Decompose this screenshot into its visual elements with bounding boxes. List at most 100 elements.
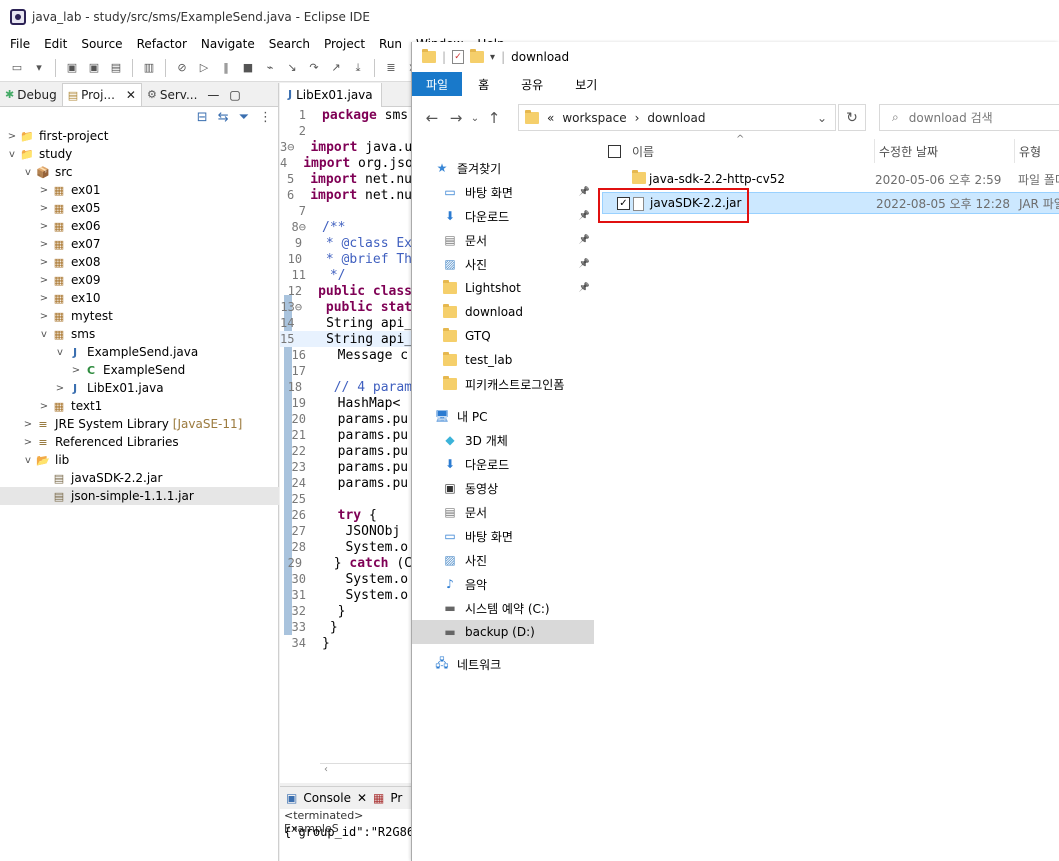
tab-servers[interactable]: ⚙ Serv... [142,83,202,106]
editor-tab[interactable]: J LibEx01.java [280,82,382,107]
pin-icon[interactable]: 📌 [579,259,590,269]
nav-item[interactable]: ▬ backup (D:) [412,620,594,644]
chevron-right-icon[interactable]: > [6,131,18,142]
link-with-editor-icon[interactable]: ⇆ [218,110,229,125]
ribbon-tab-3[interactable]: 보기 [559,72,613,96]
maximize-button[interactable]: ▢ [224,83,245,106]
pin-icon[interactable]: 📌 [579,211,590,221]
minimize-button[interactable]: — [202,83,224,106]
select-all-checkbox[interactable] [608,145,621,158]
chevron-right-icon[interactable]: > [38,239,50,250]
drop-to-frame-icon[interactable]: ⤓ [349,60,367,76]
chevron-down-icon[interactable]: v [22,455,34,466]
chevron-right-icon[interactable]: > [22,437,34,448]
nav-item[interactable]: ⬇ 다운로드 [412,452,594,476]
column-name[interactable]: 이름 [632,143,654,160]
nav-item[interactable]: ♪ 음악 [412,572,594,596]
menu-file[interactable]: File [10,37,30,51]
tree-item[interactable]: > ▦ mytest [0,307,279,325]
close-icon[interactable]: ✕ [126,88,136,102]
chevron-right-icon[interactable]: > [38,221,50,232]
file-row[interactable]: java-sdk-2.2-http-cv52 2020-05-06 오후 2:59… [602,168,1059,190]
chevron-right-icon[interactable]: > [38,185,50,196]
code-editor[interactable]: 1 package sms 2 3⊖ import java.u 4 import org.… [280,107,412,651]
ribbon-tab-1[interactable]: 홈 [462,72,505,96]
tree-item[interactable]: v 📦 src [0,163,279,181]
refresh-button[interactable]: ↻ [838,104,866,131]
menu-edit[interactable]: Edit [44,37,67,51]
tree-item[interactable]: > ≡ JRE System Library [JavaSE-11] [0,415,279,433]
tree-item[interactable]: > ▦ ex09 [0,271,279,289]
nav-item[interactable]: ▤ 문서 [412,500,594,524]
ribbon-tab-2[interactable]: 공유 [505,72,559,96]
nav-item[interactable]: test_lab [412,348,594,372]
tree-item[interactable]: > C ExampleSend [0,361,279,379]
nav-item[interactable]: 피키캐스트로그인폼 [412,372,594,396]
tab-console[interactable]: Console [303,791,351,805]
menu-project[interactable]: Project [324,37,365,51]
suspend-icon[interactable]: ‖ [217,60,235,76]
nav-item[interactable]: Lightshot 📌 [412,276,594,300]
chevron-right-icon[interactable]: > [54,383,66,394]
chevron-down-icon[interactable]: v [54,347,66,358]
quick-access-dropdown-icon[interactable]: ▾ [490,52,495,63]
nav-item[interactable]: ▨ 사진 [412,548,594,572]
chevron-right-icon[interactable]: > [38,257,50,268]
nav-item[interactable]: ▭ 바탕 화면 📌 [412,180,594,204]
step-into-icon[interactable]: ↘ [283,60,301,76]
tree-item[interactable]: > ▦ text1 [0,397,279,415]
pin-icon[interactable]: 📌 [579,235,590,245]
chevron-right-icon[interactable]: > [38,311,50,322]
nav-item[interactable]: 🖧 네트워크 [412,652,594,676]
nav-item[interactable]: ▣ 동영상 [412,476,594,500]
tree-item[interactable]: > 📁 first-project [0,127,279,145]
step-return-icon[interactable]: ↗ [327,60,345,76]
chevron-down-icon[interactable]: v [6,149,18,160]
tree-item[interactable]: v J ExampleSend.java [0,343,279,361]
tab-project-explorer[interactable]: ▤ Proj... ✕ [61,83,142,106]
dropdown-icon[interactable]: ▾ [30,60,48,76]
pin-icon[interactable]: 📌 [579,187,590,197]
nav-item[interactable]: 🖥 내 PC [412,404,594,428]
show-whitespace-icon[interactable]: ≣ [382,60,400,76]
nav-item[interactable]: ▤ 문서 📌 [412,228,594,252]
chevron-down-icon[interactable]: v [22,167,34,178]
tree-item[interactable]: v 📁 study [0,145,279,163]
tree-item[interactable]: > ▦ ex10 [0,289,279,307]
chevron-right-icon[interactable]: > [38,401,50,412]
pin-icon[interactable]: 📌 [579,283,590,293]
terminal-icon[interactable]: ▥ [140,60,158,76]
tab-debug[interactable]: ✱ Debug [0,83,62,106]
tree-item[interactable]: > ▦ ex08 [0,253,279,271]
chevron-right-icon[interactable]: > [22,419,34,430]
properties-icon[interactable]: ✓ [452,50,465,64]
ribbon-tab-0[interactable]: 파일 [412,72,463,96]
chevron-right-icon[interactable]: > [38,293,50,304]
breadcrumb-download[interactable]: download [647,111,705,125]
tab-problems[interactable]: Pr [390,791,402,805]
terminate-icon[interactable]: ■ [239,60,257,76]
chevron-right-icon[interactable]: > [38,275,50,286]
tree-item[interactable]: v ▦ sms [0,325,279,343]
nav-item[interactable]: ★ 즐겨찾기 [412,156,594,180]
tree-item[interactable]: > ≡ Referenced Libraries [0,433,279,451]
tree-item[interactable]: ▤ javaSDK-2.2.jar [0,469,279,487]
back-icon[interactable]: ← [420,109,444,127]
nav-item[interactable]: ▬ 시스템 예약 (C:) [412,596,594,620]
tree-item[interactable]: ▤ json-simple-1.1.1.jar [0,487,279,505]
tree-item[interactable]: v 📂 lib [0,451,279,469]
horizontal-scrollbar[interactable]: ‹ [320,763,412,775]
nav-item[interactable]: ▨ 사진 📌 [412,252,594,276]
filter-icon[interactable]: ⏷ [239,110,249,125]
menu-run[interactable]: Run [379,37,402,51]
menu-search[interactable]: Search [269,37,310,51]
chevron-right-icon[interactable]: > [70,365,82,376]
step-over-icon[interactable]: ↷ [305,60,323,76]
breadcrumb-workspace[interactable]: workspace [562,111,626,125]
chevron-right-icon[interactable]: > [38,203,50,214]
collapse-all-icon[interactable]: ⊟ [197,110,208,125]
chevron-down-icon[interactable]: ⌄ [817,111,827,125]
nav-item[interactable]: ◆ 3D 개체 [412,428,594,452]
menu-source[interactable]: Source [81,37,122,51]
nav-item[interactable]: ⬇ 다운로드 📌 [412,204,594,228]
